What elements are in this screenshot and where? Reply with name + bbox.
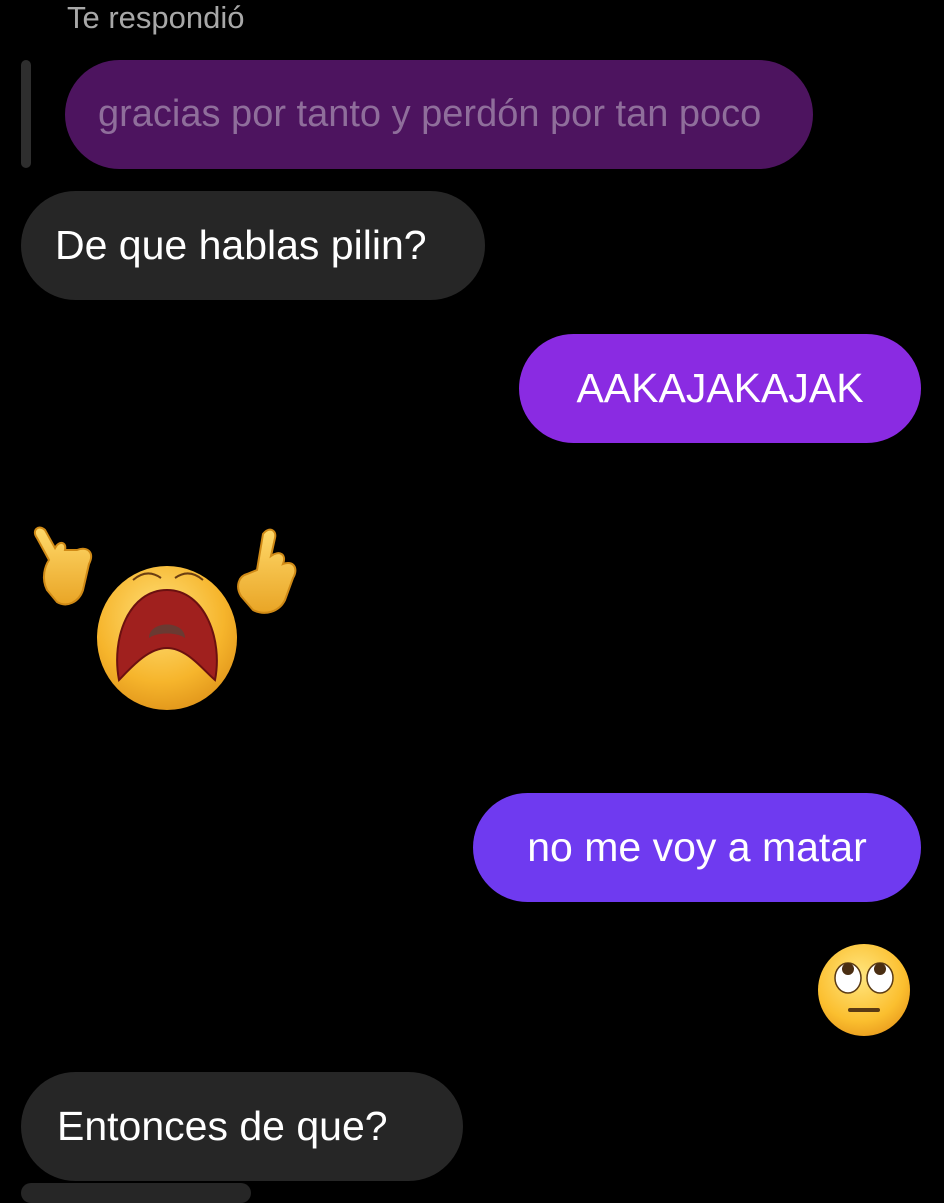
reply-indicator-bar bbox=[21, 60, 31, 168]
message-text: Entonces de que? bbox=[57, 1103, 388, 1149]
message-text: De que hablas pilin? bbox=[55, 222, 427, 268]
received-message-bubble[interactable]: De que hablas pilin? bbox=[21, 191, 485, 300]
quoted-message-bubble[interactable]: gracias por tanto y perdón por tan poco bbox=[65, 60, 813, 169]
message-text: AAKAJAKAJAK bbox=[576, 365, 864, 411]
face-icon bbox=[97, 566, 237, 710]
received-message-bubble[interactable]: Entonces de que? bbox=[21, 1072, 463, 1181]
reply-context-label: Te respondió bbox=[67, 0, 245, 35]
screaming-face-sticker[interactable] bbox=[25, 520, 305, 715]
quoted-message-text: gracias por tanto y perdón por tan poco bbox=[98, 93, 762, 135]
sent-message-bubble[interactable]: AAKAJAKAJAK bbox=[519, 334, 921, 443]
partially-visible-message-bubble bbox=[21, 1183, 251, 1203]
face-with-rolling-eyes-icon[interactable] bbox=[816, 942, 912, 1038]
message-text: no me voy a matar bbox=[527, 824, 867, 870]
left-hand-icon bbox=[33, 526, 93, 606]
right-hand-icon bbox=[237, 528, 297, 614]
sent-message-bubble[interactable]: no me voy a matar bbox=[473, 793, 921, 902]
